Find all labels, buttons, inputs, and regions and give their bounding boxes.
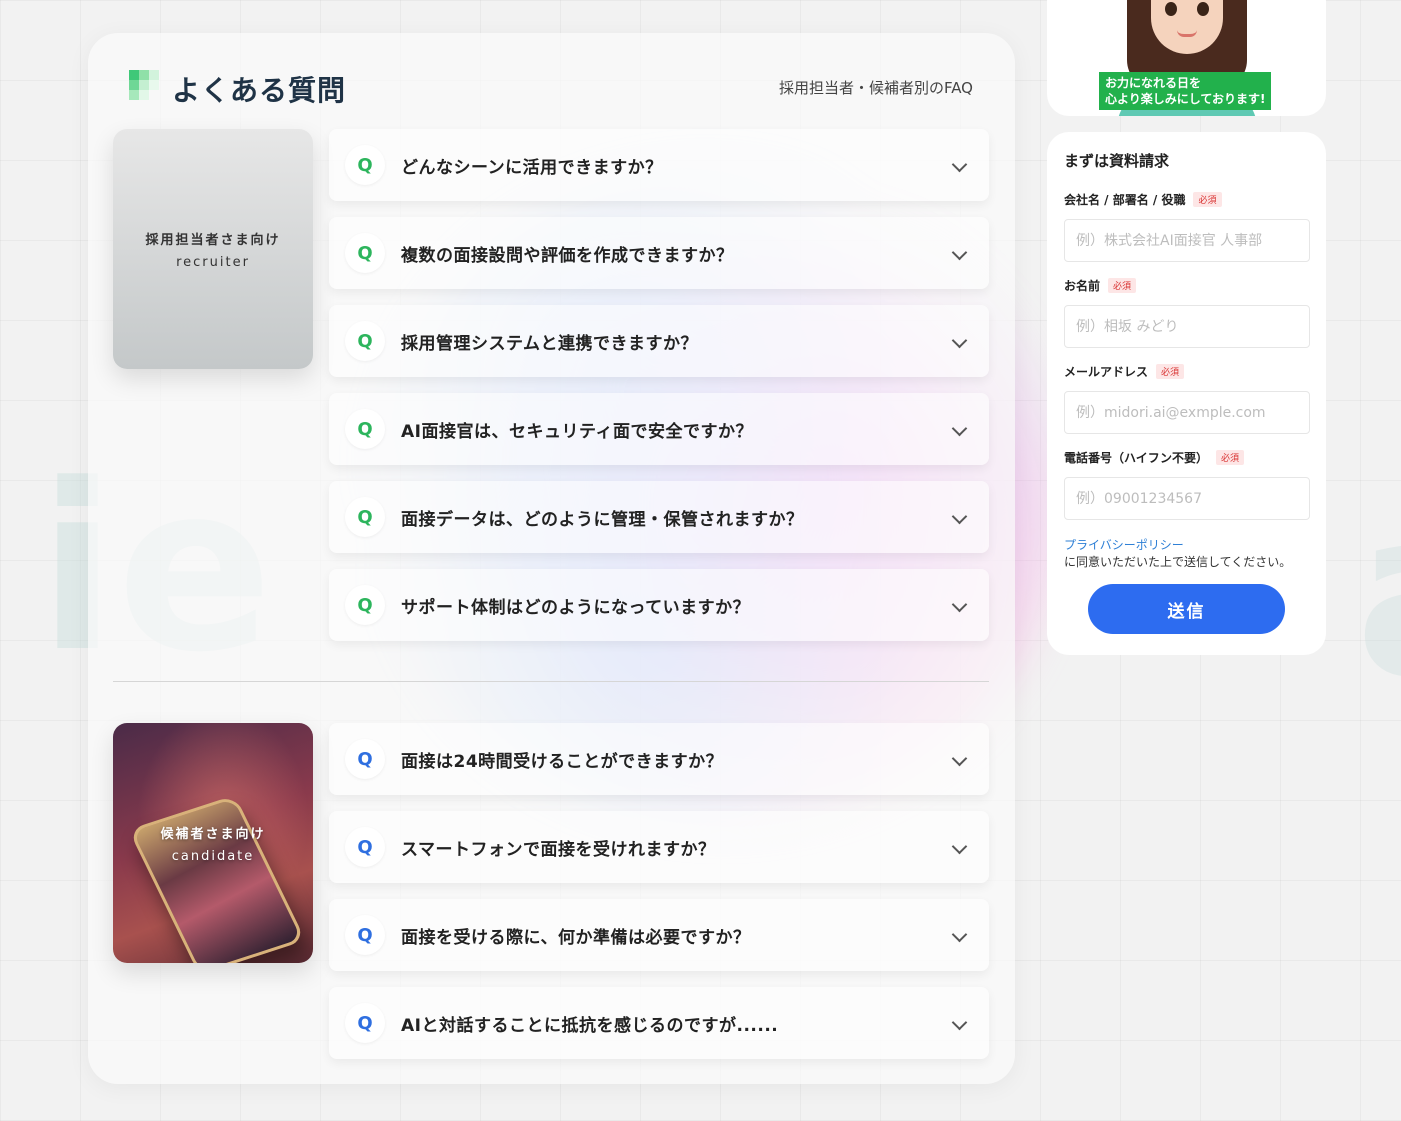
- faq-item[interactable]: Q どんなシーンに活用できますか？: [329, 129, 989, 201]
- faq-item[interactable]: Q 面接を受ける際に、何か準備は必要ですか？: [329, 899, 989, 971]
- recruiter-card: 採用担当者さま向け recruiter: [113, 129, 313, 369]
- chevron-down-icon[interactable]: [951, 926, 968, 943]
- phone-field-label: 電話番号（ハイフン不要） 必須: [1064, 448, 1310, 466]
- company-field: 会社名 / 部署名 / 役職 必須: [1064, 190, 1310, 262]
- faq-question: AIと対話することに抵抗を感じるのですが......: [401, 1015, 779, 1036]
- candidate-card-label-ja: 候補者さま向け: [160, 827, 266, 842]
- faq-question: 面接は24時間受けることができますか？: [401, 751, 724, 772]
- chevron-down-icon[interactable]: [951, 420, 968, 437]
- chevron-down-icon[interactable]: [951, 596, 968, 613]
- q-badge-icon: Q: [345, 497, 385, 537]
- avatar-card: お力になれる日を 心より楽しみにしております!: [1047, 0, 1326, 116]
- q-badge-icon: Q: [345, 409, 385, 449]
- required-badge: 必須: [1216, 449, 1245, 465]
- avatar-caption-line: 心より楽しみにしております!: [1105, 92, 1266, 106]
- faq-question: どんなシーンに活用できますか？: [401, 157, 663, 178]
- faq-question: 複数の面接設問や評価を作成できますか？: [401, 245, 734, 266]
- company-input[interactable]: [1064, 219, 1310, 262]
- required-badge: 必須: [1156, 363, 1185, 379]
- chevron-down-icon[interactable]: [951, 508, 968, 525]
- faq-item[interactable]: Q 採用管理システムと連携できますか？: [329, 305, 989, 377]
- field-label-text: 電話番号（ハイフン不要）: [1064, 450, 1209, 465]
- faq-question: 採用管理システムと連携できますか？: [401, 333, 698, 354]
- name-field-label: お名前 必須: [1064, 276, 1310, 294]
- faq-question: 面接データは、どのように管理・保管されますか？: [401, 509, 804, 530]
- recruiter-card-label-ja: 採用担当者さま向け: [145, 233, 281, 248]
- chevron-down-icon[interactable]: [951, 750, 968, 767]
- smartphone-image: [128, 795, 306, 963]
- policy-consent-text: に同意いただいた上で送信してください。: [1064, 555, 1292, 569]
- faq-panel: よくある質問 採用担当者・候補者別のFAQ 採用担当者さま向け recruite…: [88, 33, 1015, 1084]
- field-label-text: お名前: [1064, 278, 1101, 293]
- candidate-card: 候補者さま向け candidate: [113, 723, 313, 963]
- required-badge: 必須: [1193, 191, 1222, 207]
- email-field-label: メールアドレス 必須: [1064, 362, 1310, 380]
- faq-question: スマートフォンで面接を受けれますか？: [401, 839, 716, 860]
- field-label-text: 会社名 / 部署名 / 役職: [1064, 192, 1186, 207]
- faq-question: AI面接官は、セキュリティ面で安全ですか？: [401, 421, 753, 442]
- faq-header: よくある質問 採用担当者・候補者別のFAQ: [129, 69, 973, 107]
- q-badge-icon: Q: [345, 321, 385, 361]
- recruiter-question-list: Q どんなシーンに活用できますか？ Q 複数の面接設問や評価を作成できますか？ Q採…: [329, 129, 989, 657]
- phone-input[interactable]: [1064, 477, 1310, 520]
- avatar-eye: [1197, 2, 1209, 16]
- field-label-text: メールアドレス: [1064, 364, 1149, 379]
- faq-title: よくある質問: [172, 74, 347, 107]
- faq-item[interactable]: Q サポート体制はどのようになっていますか？: [329, 569, 989, 641]
- email-field: メールアドレス 必須: [1064, 362, 1310, 434]
- chevron-down-icon[interactable]: [951, 1014, 968, 1031]
- email-input[interactable]: [1064, 391, 1310, 434]
- document-request-form: まずは資料請求 会社名 / 部署名 / 役職 必須 お名前 必須 メールアドレス…: [1047, 132, 1326, 655]
- privacy-policy-link[interactable]: プライバシーポリシー: [1064, 536, 1184, 553]
- q-badge-icon: Q: [345, 827, 385, 867]
- name-input[interactable]: [1064, 305, 1310, 348]
- company-field-label: 会社名 / 部署名 / 役職 必須: [1064, 190, 1310, 208]
- q-badge-icon: Q: [345, 233, 385, 273]
- faq-item[interactable]: Q スマートフォンで面接を受けれますか？: [329, 811, 989, 883]
- avatar-eye: [1165, 2, 1177, 16]
- q-badge-icon: Q: [345, 739, 385, 779]
- avatar-caption-line: お力になれる日を: [1105, 76, 1202, 90]
- faq-item[interactable]: Q AI面接官は、セキュリティ面で安全ですか？: [329, 393, 989, 465]
- background-letter-right: a: [1355, 480, 1401, 710]
- avatar-caption: お力になれる日を 心より楽しみにしております!: [1099, 72, 1271, 110]
- phone-field: 電話番号（ハイフン不要） 必須: [1064, 448, 1310, 520]
- faq-item[interactable]: Q 面接データは、どのように管理・保管されますか？: [329, 481, 989, 553]
- q-badge-icon: Q: [345, 145, 385, 185]
- name-field: お名前 必須: [1064, 276, 1310, 348]
- logo-mark-icon: [129, 70, 159, 100]
- candidate-card-label-en: candidate: [171, 849, 255, 864]
- chevron-down-icon[interactable]: [951, 156, 968, 173]
- faq-item[interactable]: Q 面接は24時間受けることができますか？: [329, 723, 989, 795]
- q-badge-icon: Q: [345, 1003, 385, 1043]
- recruiter-card-label-en: recruiter: [176, 255, 250, 270]
- faq-question: サポート体制はどのようになっていますか？: [401, 597, 751, 618]
- faq-item[interactable]: Q 複数の面接設問や評価を作成できますか？: [329, 217, 989, 289]
- section-divider: [113, 681, 989, 682]
- chevron-down-icon[interactable]: [951, 332, 968, 349]
- q-badge-icon: Q: [345, 915, 385, 955]
- chevron-down-icon[interactable]: [951, 838, 968, 855]
- faq-subtitle: 採用担当者・候補者別のFAQ: [778, 79, 973, 97]
- required-badge: 必須: [1108, 277, 1137, 293]
- faq-item[interactable]: Q AIと対話することに抵抗を感じるのですが......: [329, 987, 989, 1059]
- chevron-down-icon[interactable]: [951, 244, 968, 261]
- faq-question: 面接を受ける際に、何か準備は必要ですか？: [401, 927, 751, 948]
- avatar-mouth: [1177, 30, 1197, 37]
- candidate-question-list: Q 面接は24時間受けることができますか？ Q スマートフォンで面接を受けれますか？…: [329, 723, 989, 1075]
- submit-button[interactable]: 送信: [1088, 584, 1285, 634]
- form-title: まずは資料請求: [1064, 152, 1170, 170]
- q-badge-icon: Q: [345, 585, 385, 625]
